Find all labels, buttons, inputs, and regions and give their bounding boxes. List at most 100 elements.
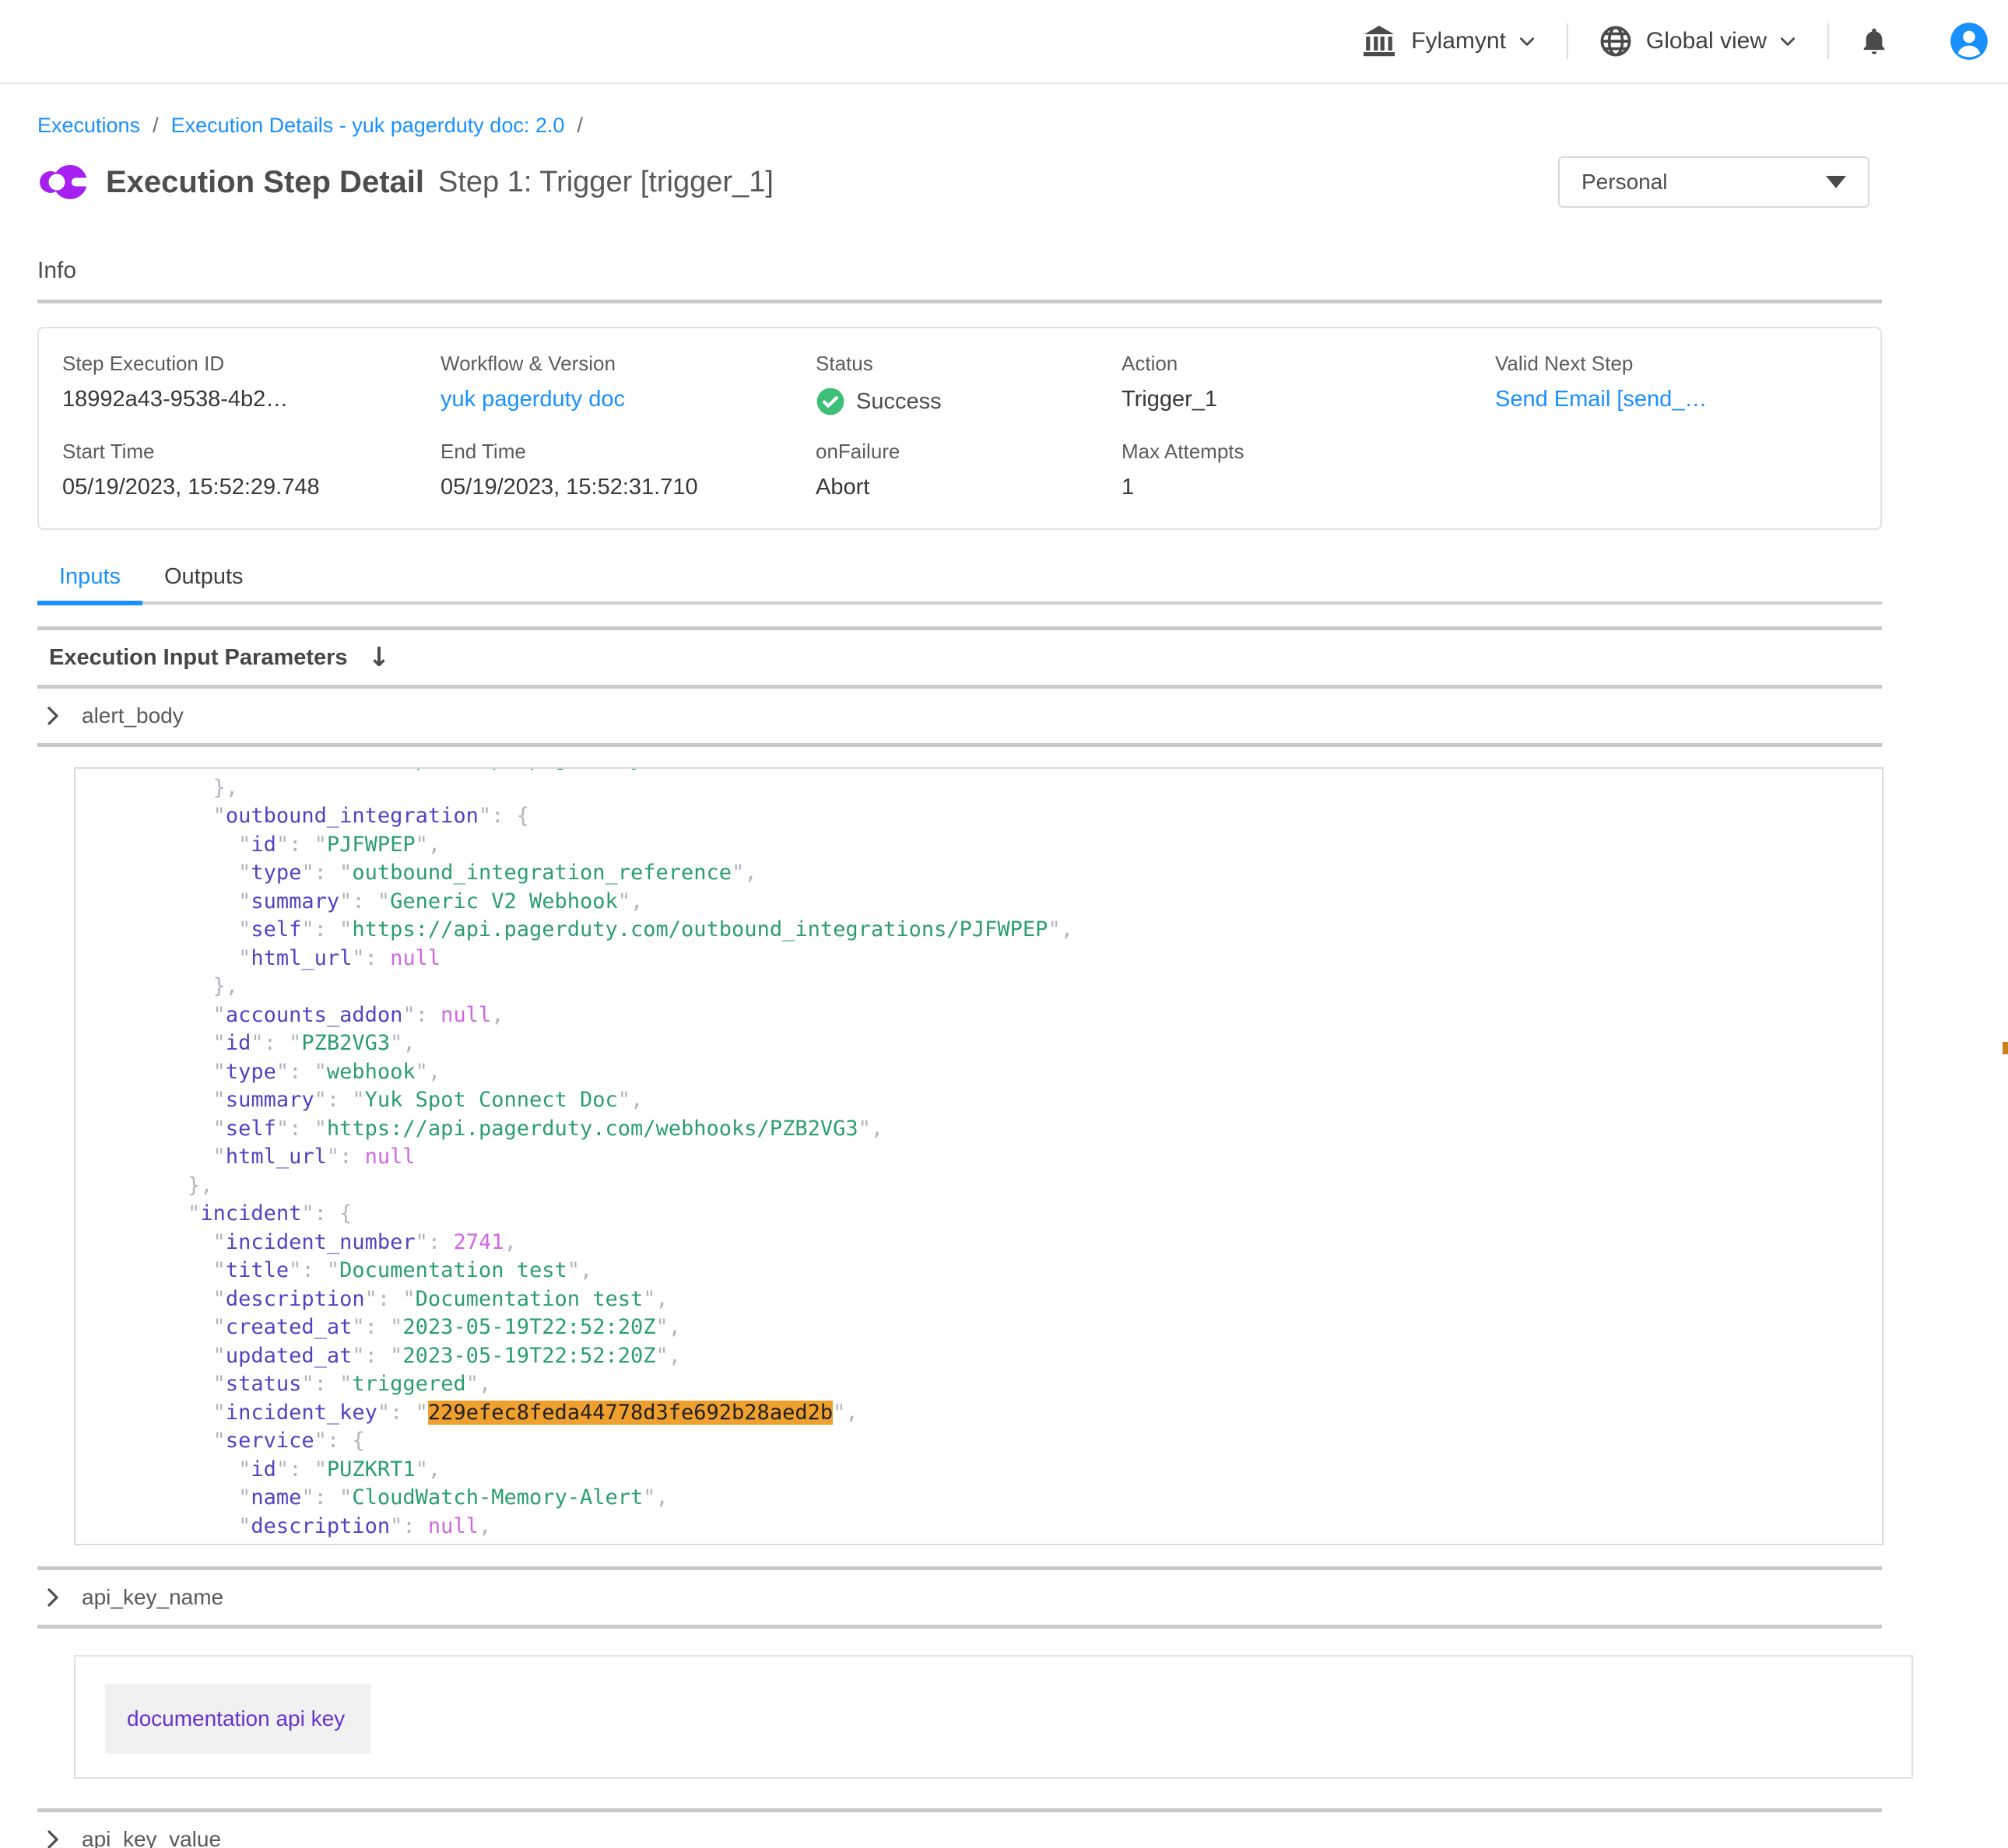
section-label: alert_body — [82, 703, 184, 728]
scrollbar-find-marker — [2003, 1042, 2008, 1054]
field-label: Status — [816, 352, 1122, 376]
success-check-icon — [816, 387, 845, 416]
field-end-time: End Time 05/19/2023, 15:52:31.710 — [441, 440, 816, 500]
field-onfailure: onFailure Abort — [816, 440, 1122, 500]
field-value: 05/19/2023, 15:52:31.710 — [441, 475, 816, 500]
code-line: }, — [86, 973, 1882, 1001]
divider — [37, 300, 1882, 303]
code-line: }, — [86, 774, 1882, 803]
topbar-divider — [1567, 23, 1568, 59]
main-content: Executions / Execution Details - yuk pag… — [37, 114, 1882, 1848]
chevron-right-icon — [44, 705, 61, 727]
alert-body-json-viewer[interactable]: "self": "https://api.pagerduty.com/servi… — [74, 767, 1883, 1545]
params-header-label: Execution Input Parameters — [49, 645, 348, 671]
field-status: Status Success — [816, 352, 1122, 416]
code-line: "html_url": null — [86, 945, 1882, 973]
user-avatar-icon — [1949, 21, 1989, 61]
chevron-down-icon — [1517, 31, 1537, 51]
api-key-name-text: documentation api key — [127, 1706, 345, 1731]
code-line: }, — [86, 1172, 1882, 1201]
field-empty — [1495, 440, 1880, 500]
code-line: "accounts_addon": null, — [86, 1001, 1882, 1030]
code-line: "incident": { — [86, 1200, 1882, 1229]
workflow-link[interactable]: yuk pagerduty doc — [441, 387, 816, 412]
scope-select[interactable]: Personal — [1558, 156, 1869, 208]
download-arrow-icon[interactable]: ↓ — [368, 642, 391, 673]
section-alert-body[interactable]: alert_body — [37, 689, 1882, 743]
field-label: Max Attempts — [1122, 440, 1495, 464]
globe-icon — [1598, 23, 1634, 59]
notifications-button[interactable] — [1859, 24, 1890, 58]
tab-inputs[interactable]: Inputs — [37, 564, 142, 601]
info-card: Step Execution ID 18992a43-9538-4b2… Wor… — [37, 327, 1882, 530]
bank-icon — [1360, 23, 1399, 60]
divider — [37, 743, 1882, 747]
field-label: onFailure — [816, 440, 1122, 464]
code-line: "service": { — [86, 1427, 1882, 1456]
field-label: End Time — [441, 440, 816, 464]
tabs: Inputs Outputs — [37, 564, 1882, 605]
code-line: "type": "webhook", — [86, 1058, 1882, 1087]
code-line: "type": "outbound_integration_reference"… — [86, 859, 1882, 888]
code-line: "created_at": "2023-05-19T22:52:20Z" — [86, 1541, 1882, 1545]
code-line: "self": "https://api.pagerduty.com/servi… — [86, 767, 1882, 774]
section-api-key-value[interactable]: api_key_value — [37, 1812, 1882, 1848]
info-heading: Info — [37, 258, 1882, 284]
code-line: "id": "PJFWPEP", — [86, 831, 1882, 860]
fylamynt-logo-icon — [37, 160, 89, 205]
scope-select-value: Personal — [1581, 170, 1668, 195]
breadcrumb-execution-details[interactable]: Execution Details - yuk pagerduty doc: 2… — [171, 114, 565, 138]
view-label: Global view — [1646, 28, 1767, 54]
field-start-time: Start Time 05/19/2023, 15:52:29.748 — [62, 440, 441, 500]
breadcrumb-separator: / — [577, 114, 583, 138]
divider — [37, 1625, 1882, 1629]
user-menu[interactable] — [1949, 21, 1989, 61]
view-switcher[interactable]: Global view — [1598, 23, 1798, 59]
code-line: "name": "CloudWatch-Memory-Alert", — [86, 1484, 1882, 1513]
code-line: "self": "https://api.pagerduty.com/webho… — [86, 1115, 1882, 1144]
code-line: "incident_number": 2741, — [86, 1229, 1882, 1257]
field-value: Abort — [816, 475, 1122, 500]
code-line: "html_url": null — [86, 1143, 1882, 1172]
code-line: "title": "Documentation test", — [86, 1257, 1882, 1285]
tab-outputs[interactable]: Outputs — [142, 564, 265, 601]
section-label: api_key_value — [82, 1827, 221, 1848]
section-api-key-name[interactable]: api_key_name — [37, 1570, 1882, 1625]
field-label: Action — [1122, 352, 1495, 376]
field-value: 05/19/2023, 15:52:29.748 — [62, 475, 441, 500]
bell-icon — [1859, 24, 1890, 58]
org-switcher[interactable]: Fylamynt — [1360, 23, 1537, 60]
field-label: Workflow & Version — [441, 352, 816, 376]
code-line: "self": "https://api.pagerduty.com/outbo… — [86, 916, 1882, 945]
code-line: "summary": "Generic V2 Webhook", — [86, 888, 1882, 917]
field-max-attempts: Max Attempts 1 — [1122, 440, 1495, 500]
code-line: "outbound_integration": { — [86, 802, 1882, 831]
field-value: Trigger_1 — [1122, 387, 1495, 412]
breadcrumb-executions[interactable]: Executions — [37, 114, 140, 138]
code-line: "id": "PZB2VG3", — [86, 1029, 1882, 1058]
section-label: api_key_name — [82, 1585, 223, 1610]
code-line: "status": "triggered", — [86, 1370, 1882, 1399]
caret-down-icon — [1826, 176, 1846, 188]
field-value: 1 — [1122, 475, 1495, 500]
chevron-right-icon — [44, 1587, 61, 1608]
code-line: "updated_at": "2023-05-19T22:52:20Z", — [86, 1342, 1882, 1371]
field-label: Valid Next Step — [1495, 352, 1880, 376]
execution-input-parameters-header: Execution Input Parameters ↓ — [37, 630, 1882, 685]
code-line: "incident_key": "229efec8feda44778d3fe69… — [86, 1399, 1882, 1428]
field-label: Start Time — [62, 440, 441, 464]
chevron-right-icon — [44, 1829, 61, 1848]
json-code: "self": "https://api.pagerduty.com/servi… — [75, 767, 1882, 1545]
api-key-name-card: documentation api key — [74, 1655, 1913, 1779]
breadcrumb-separator: / — [153, 114, 159, 138]
org-label: Fylamynt — [1411, 28, 1506, 54]
next-step-link[interactable]: Send Email [send_… — [1495, 387, 1880, 412]
api-key-name-chip: documentation api key — [105, 1684, 371, 1754]
field-label: Step Execution ID — [62, 352, 441, 376]
code-line: "created_at": "2023-05-19T22:52:20Z", — [86, 1313, 1882, 1342]
topbar: Fylamynt Global view — [0, 0, 2008, 84]
code-line: "description": "Documentation test", — [86, 1285, 1882, 1314]
field-action: Action Trigger_1 — [1122, 352, 1495, 416]
field-valid-next-step: Valid Next Step Send Email [send_… — [1495, 352, 1880, 416]
field-value: 18992a43-9538-4b2… — [62, 387, 441, 412]
